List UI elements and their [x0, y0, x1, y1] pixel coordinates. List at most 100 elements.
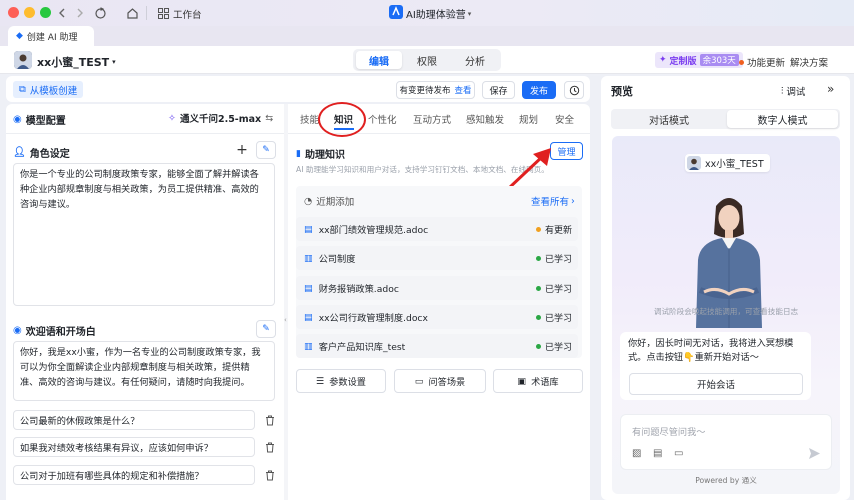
view-all-link[interactable]: 查看所有 ›: [531, 194, 575, 209]
divider: [6, 133, 284, 134]
solutions-link[interactable]: 解决方案: [790, 55, 828, 69]
file-icon[interactable]: ▤: [653, 448, 662, 459]
window-title[interactable]: AI助理体验营 ▾: [406, 6, 472, 22]
avatar: [687, 156, 701, 170]
status-badge: 已学习: [535, 282, 572, 295]
book-icon: ▥: [304, 340, 313, 352]
delete-icon[interactable]: [264, 469, 276, 481]
pro-badge[interactable]: ✦ 定制版 余303天: [655, 52, 743, 68]
preset-question-input[interactable]: 公司最新的休假政策是什么？: [13, 410, 255, 430]
tongyi-logo-icon: ✧: [168, 112, 176, 124]
workbench-link[interactable]: 工作台: [173, 7, 202, 21]
glossary-button[interactable]: ▣ 术语库: [493, 369, 583, 393]
debug-note: 调试阶段会唤起技能调用，可查看技能日志: [653, 307, 799, 316]
caret-down-icon: ▾: [467, 9, 472, 18]
avatar: [14, 51, 32, 69]
ai-optimize-button[interactable]: ✎: [256, 141, 276, 159]
powered-by: Powered by 通义: [695, 476, 757, 485]
feature-update-link[interactable]: 功能更新: [739, 55, 785, 69]
kb-label: ▮ 助理知识: [296, 148, 345, 162]
grid-icon: [157, 7, 169, 19]
status-badge: 已学习: [535, 340, 572, 353]
status-dot: [535, 314, 541, 320]
list-item[interactable]: ▤ 财务报销政策.adoc 已学习: [296, 276, 578, 300]
person-icon: 👤︎: [13, 147, 26, 158]
close-window-button[interactable]: [8, 7, 19, 18]
tab-edit[interactable]: 编辑: [356, 51, 402, 69]
save-button[interactable]: 保存: [482, 81, 515, 99]
preview-title: 预览: [611, 85, 633, 98]
folder-icon[interactable]: ▭: [674, 448, 683, 459]
app-logo-icon: [389, 5, 403, 19]
tab-planning[interactable]: 规划: [519, 112, 538, 126]
history-button[interactable]: [564, 81, 584, 99]
assistant-card: xx小蜜_TEST: [685, 154, 770, 172]
forward-arrow-icon[interactable]: [72, 5, 88, 21]
role-label: 👤︎ 角色设定: [13, 147, 70, 160]
tab-permissions[interactable]: 权限: [404, 51, 450, 69]
tab-analysis[interactable]: 分析: [452, 51, 498, 69]
assistant-name-selector[interactable]: xx小蜜_TEST ▾: [37, 54, 116, 70]
folder-icon: ▭: [414, 375, 424, 387]
image-icon[interactable]: ▨: [632, 448, 641, 459]
start-chat-button[interactable]: 开始会话: [629, 373, 803, 395]
status-dot: [535, 285, 541, 291]
expand-icon[interactable]: »: [827, 82, 834, 96]
document-icon: ▤: [304, 223, 313, 235]
recent-label: ◔ 近期添加: [304, 195, 355, 209]
tab-strip: [0, 26, 854, 46]
book-icon: ▥: [304, 252, 313, 264]
send-icon[interactable]: [808, 447, 821, 460]
refresh-icon[interactable]: [92, 5, 108, 21]
sparkle-icon: ✦: [659, 55, 667, 65]
model-config-label: ◉ 模型配置: [13, 114, 66, 127]
document-icon: ▤: [304, 311, 313, 323]
parameter-settings-button[interactable]: ☰ 参数设置: [296, 369, 386, 393]
tab-logo-icon: ◆: [16, 31, 23, 41]
ai-optimize-button[interactable]: ✎: [256, 320, 276, 338]
tab-digital-human-mode[interactable]: 数字人模式: [727, 110, 838, 128]
magic-wand-icon: ✎: [262, 324, 270, 334]
welcome-textarea[interactable]: 你好，我是xx小蜜，作为一名专业的公司制度政策专家，我可以为你全面解读企业内部规…: [13, 341, 275, 401]
preset-question-input[interactable]: 如果我对绩效考核结果有异议，应该如何申诉？: [13, 437, 255, 457]
status-badge: 已学习: [535, 311, 572, 324]
delete-icon[interactable]: [264, 414, 276, 426]
minimize-window-button[interactable]: [24, 7, 35, 18]
back-arrow-icon[interactable]: [54, 5, 70, 21]
tab-chat-mode[interactable]: 对话模式: [613, 110, 725, 128]
debug-button[interactable]: ⫶ 调试: [781, 84, 805, 99]
qa-scenarios-button[interactable]: ▭ 问答场景: [394, 369, 486, 393]
unpublished-changes[interactable]: 有变更待发布 查看: [396, 81, 475, 99]
list-item[interactable]: ▥ 公司制度 已学习: [296, 246, 578, 270]
document-icon: ▤: [304, 282, 313, 294]
notification-dot: [739, 59, 744, 65]
model-selector[interactable]: ✧ 通义千问2.5-max ⇆: [168, 111, 273, 126]
welcome-label: ◉ 欢迎语和开场白: [13, 325, 96, 338]
status-dot: [535, 255, 541, 261]
tab-skills[interactable]: 技能: [300, 112, 319, 126]
tab-perception[interactable]: 感知触发: [466, 112, 504, 126]
home-icon[interactable]: [124, 5, 140, 21]
tab-security[interactable]: 安全: [555, 112, 574, 126]
list-item[interactable]: ▤ xx部门绩效管理规范.adoc 有更新: [296, 217, 578, 241]
zoom-window-button[interactable]: [40, 7, 51, 18]
list-item[interactable]: ▤ xx公司行政管理制度.docx 已学习: [296, 305, 578, 329]
publish-button[interactable]: 发布: [522, 81, 556, 99]
tab-interaction[interactable]: 互动方式: [413, 112, 451, 126]
status-badge: 已学习: [535, 252, 572, 265]
view-changes-link[interactable]: 查看: [455, 84, 472, 96]
target-icon: ◉: [13, 114, 22, 125]
chat-input-box[interactable]: [620, 414, 832, 470]
browser-tab[interactable]: ◆ 创建 AI 助理: [8, 26, 94, 46]
tab-personalization[interactable]: 个性化: [368, 112, 397, 126]
caret-down-icon: ▾: [112, 58, 116, 66]
chevron-right-icon: ›: [571, 195, 575, 207]
delete-icon[interactable]: [264, 441, 276, 453]
add-button[interactable]: +: [232, 141, 252, 159]
role-textarea[interactable]: 你是一个专业的公司制度政策专家，能够全面了解并解读各种企业内部规章制度与相关政策…: [13, 163, 275, 306]
preset-question-input[interactable]: 公司对于加班有哪些具体的规定和补偿措施？: [13, 465, 255, 485]
from-template-button[interactable]: ⧉ 从模板创建: [13, 81, 84, 98]
chat-input-placeholder[interactable]: 有问题尽管问我～: [632, 424, 706, 438]
sliders-icon: ☰: [316, 375, 325, 387]
list-item[interactable]: ▥ 客户产品知识库_test 已学习: [296, 334, 578, 358]
